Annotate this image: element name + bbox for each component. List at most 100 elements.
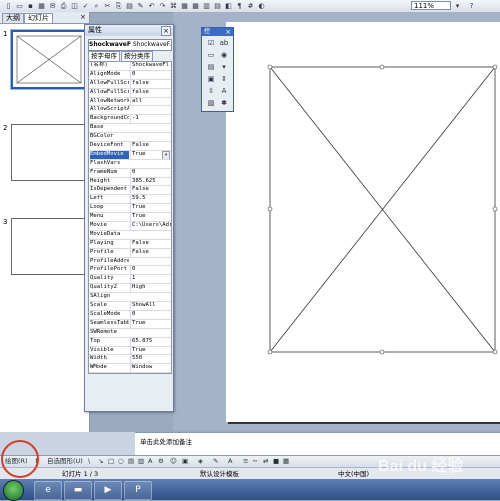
oval-icon[interactable]: ○ xyxy=(118,457,124,466)
property-value[interactable]: 0 xyxy=(130,168,171,177)
property-row[interactable]: Profile False xyxy=(89,248,171,258)
property-value[interactable]: C:\Users\Adr xyxy=(130,222,171,230)
tab-alphabetic[interactable]: 按字母序 xyxy=(88,51,120,61)
redo-icon[interactable]: ↷ xyxy=(157,1,168,12)
property-value[interactable]: True xyxy=(130,319,171,328)
arrow-icon[interactable]: ↘ xyxy=(98,457,103,466)
property-row[interactable]: Quality2 High xyxy=(89,284,171,294)
zoom-dropdown-icon[interactable]: ▾ xyxy=(452,1,463,12)
slide-thumbnail-1[interactable] xyxy=(10,29,88,90)
save-icon[interactable]: ▪ xyxy=(25,1,36,12)
slide-thumbnail-3[interactable] xyxy=(11,218,85,275)
wordart-icon[interactable]: A xyxy=(148,457,152,466)
property-row[interactable]: MovieData xyxy=(89,231,171,240)
property-row[interactable]: AllowFullScrifalse xyxy=(89,79,171,89)
toggle-button-icon[interactable]: ▣ xyxy=(206,74,216,84)
property-row[interactable]: Movie C:\Users\Adr xyxy=(89,222,171,231)
property-value[interactable]: True xyxy=(130,213,171,222)
slide-thumbnail-2[interactable] xyxy=(11,124,85,181)
property-value[interactable]: false xyxy=(130,79,171,88)
property-row[interactable]: ScaleMode 0 xyxy=(89,310,171,320)
undo-icon[interactable]: ↶ xyxy=(146,1,157,12)
property-value[interactable]: False xyxy=(130,239,171,248)
property-row[interactable]: BackgroundCol-1 xyxy=(89,115,171,125)
property-row[interactable]: Base xyxy=(89,124,171,134)
property-value[interactable]: false xyxy=(130,88,171,97)
property-row[interactable]: AllowScriptAc xyxy=(89,106,171,116)
property-row[interactable]: Height 385.625 xyxy=(89,177,171,187)
help-icon[interactable]: ? xyxy=(466,1,477,12)
powerpoint-icon[interactable]: P xyxy=(124,481,152,500)
object-select[interactable]: ShockwaveF ShockwaveF... xyxy=(88,39,172,51)
property-value[interactable]: -1 xyxy=(130,115,171,124)
rectangle-icon[interactable]: □ xyxy=(108,457,114,466)
property-value[interactable]: 0 xyxy=(130,70,171,79)
property-value[interactable]: High xyxy=(130,284,171,293)
combo-box-icon[interactable]: ▾ xyxy=(219,62,229,72)
open-icon[interactable]: ▭ xyxy=(14,1,25,12)
checkbox-icon[interactable]: ☑ xyxy=(206,38,216,48)
property-row[interactable]: Visible True xyxy=(89,346,171,356)
property-value[interactable]: False xyxy=(130,142,171,150)
line-color-icon[interactable]: ✎ xyxy=(213,457,218,466)
picture-icon[interactable]: ▣ xyxy=(182,457,188,466)
show-formatting-icon[interactable]: ¶ xyxy=(234,1,245,12)
format-painter-icon[interactable]: ✎ xyxy=(135,1,146,12)
property-value[interactable]: 65.875 xyxy=(130,337,171,346)
research-icon[interactable]: ⌕ xyxy=(91,1,102,12)
property-value[interactable]: True xyxy=(130,346,171,355)
slide-canvas[interactable] xyxy=(226,22,500,422)
chevron-down-icon[interactable]: ▾ xyxy=(162,150,170,159)
line-style-icon[interactable]: ≡ xyxy=(243,457,248,466)
command-button-icon[interactable]: ▭ xyxy=(206,50,216,60)
text-box-icon[interactable]: ab xyxy=(219,38,229,48)
property-value[interactable]: False xyxy=(130,248,171,257)
property-row[interactable]: SeamlessTabbiTrue xyxy=(89,319,171,329)
print-preview-icon[interactable]: ◫ xyxy=(69,1,80,12)
property-row[interactable]: Playing False xyxy=(89,239,171,249)
start-button[interactable] xyxy=(3,480,24,501)
new-slide-icon[interactable]: ▤ xyxy=(212,1,223,12)
property-value[interactable]: all xyxy=(130,97,171,106)
property-row[interactable]: SWRemote xyxy=(89,329,171,338)
font-color-icon[interactable]: A xyxy=(228,457,232,466)
media-player-icon[interactable]: ▶ xyxy=(94,481,122,500)
more-controls-icon[interactable]: ✱ xyxy=(219,98,229,108)
property-value[interactable]: ShockwaveFl xyxy=(130,62,171,70)
property-row[interactable]: EmbedMovie True ▾ xyxy=(89,150,171,160)
option-button-icon[interactable]: ◉ xyxy=(219,50,229,60)
tab-slides[interactable]: 幻灯片 xyxy=(24,13,53,23)
property-row[interactable]: AllowNetworkiall xyxy=(89,97,171,107)
pane-close-icon[interactable]: × xyxy=(77,13,89,22)
image-icon[interactable]: ▧ xyxy=(206,98,216,108)
tables-borders-icon[interactable]: ▦ xyxy=(179,1,190,12)
line-icon[interactable]: \ xyxy=(88,457,90,466)
dash-style-icon[interactable]: ┅ xyxy=(253,457,257,466)
arrow-style-icon[interactable]: ⇄ xyxy=(263,457,268,466)
zoom-box[interactable]: 111% xyxy=(411,1,451,10)
flash-object-placeholder[interactable] xyxy=(226,22,500,422)
property-row[interactable]: Loop True xyxy=(89,204,171,214)
property-row[interactable]: FlashVars xyxy=(89,160,171,169)
property-row[interactable]: SAlign xyxy=(89,293,171,303)
property-row[interactable]: Scale ShowAll xyxy=(89,302,171,311)
property-value[interactable]: False xyxy=(130,186,171,195)
fill-color-icon[interactable]: ◈ xyxy=(198,457,203,466)
property-value[interactable]: Window xyxy=(130,364,171,373)
property-row[interactable]: ProfileAddres xyxy=(89,258,171,267)
property-value[interactable]: 59.5 xyxy=(130,195,171,204)
expand-icon[interactable]: ◧ xyxy=(223,1,234,12)
property-row[interactable]: AllowFullScrifalse xyxy=(89,88,171,98)
email-icon[interactable]: ✉ xyxy=(47,1,58,12)
properties-title[interactable]: 属性 xyxy=(85,25,173,36)
property-value[interactable]: 0 xyxy=(130,266,171,275)
permission-icon[interactable]: ▦ xyxy=(36,1,47,12)
property-row[interactable]: FrameNum 0 xyxy=(89,168,171,178)
tab-categorized[interactable]: 按分类序 xyxy=(121,51,153,61)
hyperlink-icon[interactable]: ⌘ xyxy=(168,1,179,12)
cut-icon[interactable]: ✂ xyxy=(102,1,113,12)
property-row[interactable]: ProfilePort 0 xyxy=(89,266,171,276)
vertical-textbox-icon[interactable]: ▥ xyxy=(138,457,144,466)
property-value[interactable]: 0 xyxy=(130,310,171,319)
property-row[interactable]: WMode Window xyxy=(89,364,171,374)
